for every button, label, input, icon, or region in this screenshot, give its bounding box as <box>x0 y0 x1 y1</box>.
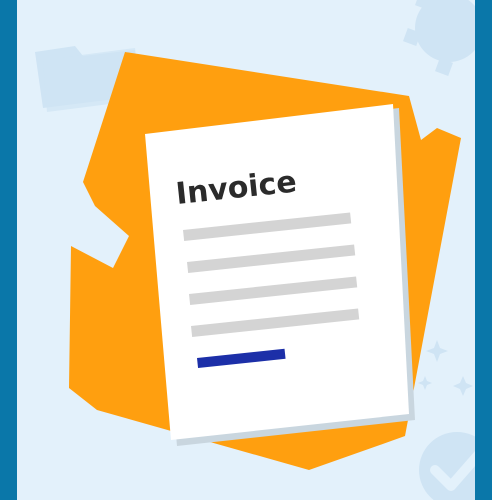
illustration-canvas: Invoice <box>17 0 475 500</box>
illustration-panel: Invoice <box>17 0 475 500</box>
invoice-paper <box>145 104 409 440</box>
invoice-illustration: Invoice <box>0 0 492 500</box>
invoice-document-icon: Invoice <box>145 104 409 440</box>
